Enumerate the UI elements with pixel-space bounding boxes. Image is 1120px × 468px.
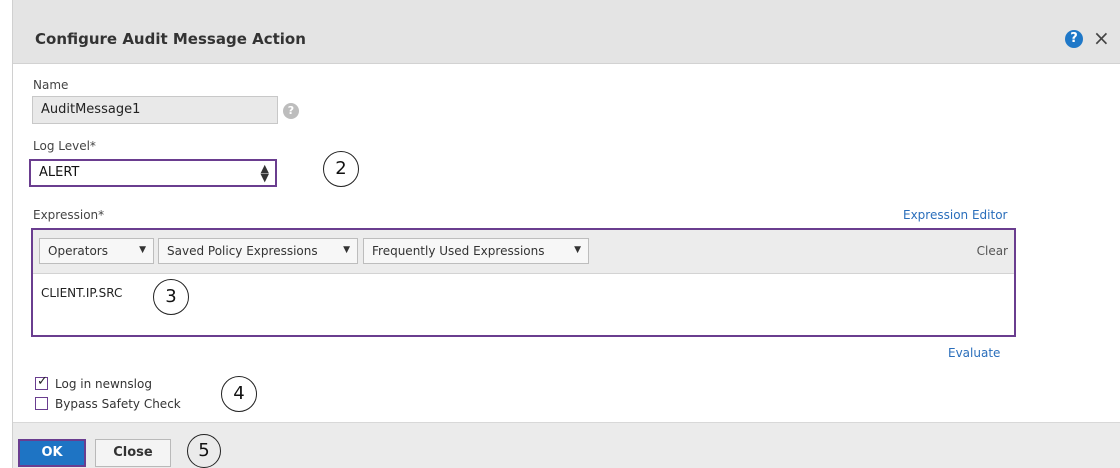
operators-dropdown[interactable]: Operators ▼ (39, 238, 154, 264)
clear-link[interactable]: Clear (977, 244, 1008, 258)
dialog-titlebar: Configure Audit Message Action ? × (13, 0, 1120, 64)
operators-label: Operators (48, 244, 108, 258)
callout-3: 3 (153, 279, 189, 315)
log-level-selected-value: ALERT (39, 165, 80, 180)
name-help-icon[interactable]: ? (283, 103, 299, 119)
checkmark-icon: ✓ (37, 374, 48, 389)
callout-2: 2 (323, 151, 359, 187)
expression-toolbar: Operators ▼ Saved Policy Expressions ▼ F… (33, 230, 1014, 274)
saved-policy-label: Saved Policy Expressions (167, 244, 318, 258)
frequently-used-expressions-dropdown[interactable]: Frequently Used Expressions ▼ (363, 238, 589, 264)
select-arrows-icon: ▲ ▼ (260, 162, 269, 184)
name-label: Name (33, 78, 69, 92)
expression-label: Expression* (33, 208, 105, 222)
chevron-down-icon: ▼ (139, 245, 146, 255)
chevron-down-icon: ▼ (574, 245, 581, 255)
expression-textarea[interactable]: CLIENT.IP.SRC (41, 286, 122, 300)
close-icon[interactable]: × (1093, 27, 1110, 49)
bypass-safety-check-checkbox[interactable] (35, 397, 48, 410)
name-field: AuditMessage1 (32, 96, 278, 124)
log-in-newnslog-row[interactable]: ✓ Log in newnslog (35, 374, 152, 391)
callout-4: 4 (221, 376, 257, 412)
dialog-title: Configure Audit Message Action (35, 30, 306, 48)
bypass-safety-check-label: Bypass Safety Check (55, 397, 181, 411)
evaluate-link[interactable]: Evaluate (948, 346, 1000, 360)
log-in-newnslog-label: Log in newnslog (55, 377, 152, 391)
configure-audit-message-dialog: Configure Audit Message Action ? × Name … (12, 0, 1120, 468)
callout-5: 5 (187, 434, 221, 468)
log-level-label: Log Level* (33, 139, 96, 153)
log-level-select[interactable]: ALERT ▲ ▼ (29, 159, 277, 187)
bypass-safety-check-row[interactable]: Bypass Safety Check (35, 397, 181, 411)
frequently-used-label: Frequently Used Expressions (372, 244, 545, 258)
dialog-footer: OK Close (13, 422, 1120, 468)
ok-button[interactable]: OK (18, 439, 86, 467)
close-button[interactable]: Close (95, 439, 171, 467)
log-in-newnslog-checkbox[interactable]: ✓ (35, 374, 48, 390)
expression-editor-link[interactable]: Expression Editor (903, 208, 1007, 222)
chevron-down-icon: ▼ (343, 245, 350, 255)
help-icon[interactable]: ? (1065, 30, 1083, 48)
saved-policy-expressions-dropdown[interactable]: Saved Policy Expressions ▼ (158, 238, 358, 264)
